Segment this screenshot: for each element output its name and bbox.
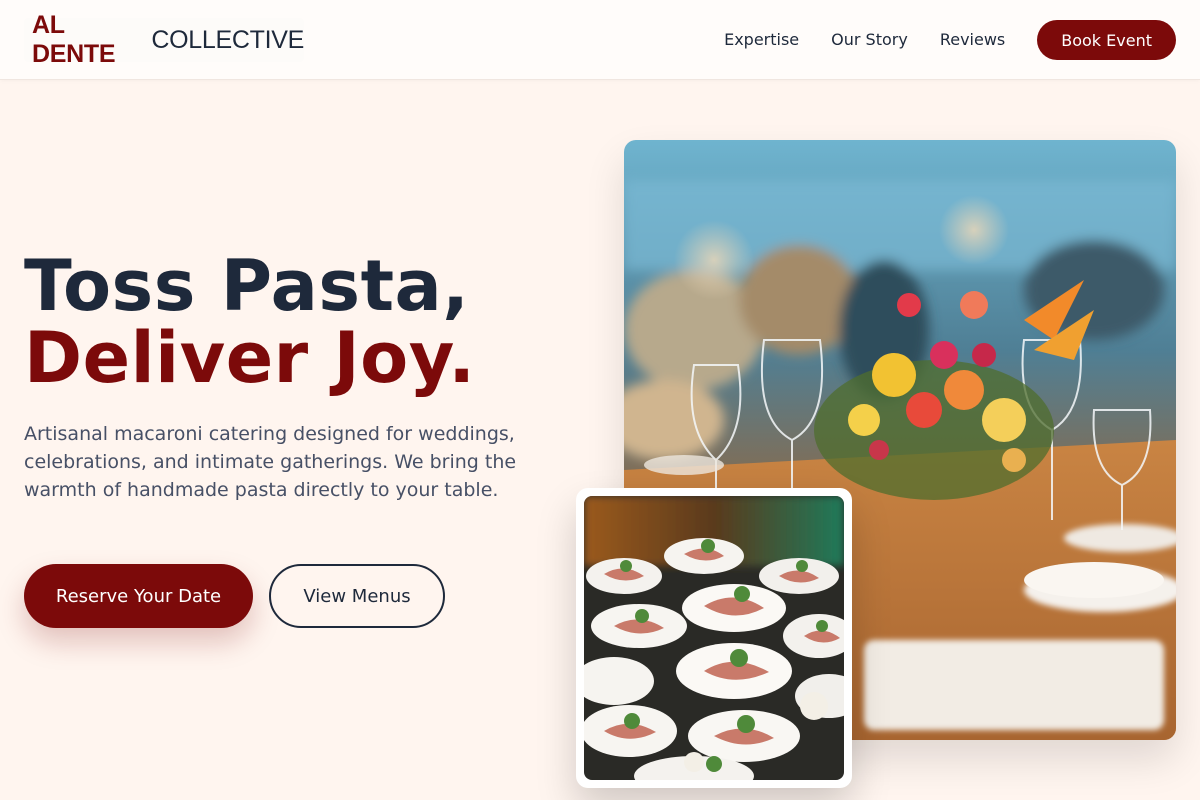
reserve-date-button[interactable]: Reserve Your Date: [24, 564, 253, 628]
plated-appetizers-photo: [584, 496, 844, 780]
hero-subtitle: Artisanal macaroni catering designed for…: [24, 423, 517, 501]
brand-name-bold: AL DENTE: [32, 11, 116, 68]
brand-name-light: COLLECTIVE: [151, 25, 304, 54]
plated-appetizers-card: [576, 488, 852, 788]
nav-link-our-story[interactable]: Our Story: [831, 20, 908, 60]
nav-link-reviews[interactable]: Reviews: [940, 20, 1005, 60]
hero-title-line1: Toss Pasta,: [24, 245, 470, 327]
hero-title: Toss Pasta, Deliver Joy.: [24, 250, 584, 394]
main-nav: Expertise Our Story Reviews Book Event: [724, 20, 1176, 60]
top-navbar: AL DENTE COLLECTIVE Expertise Our Story …: [0, 0, 1200, 80]
book-event-button[interactable]: Book Event: [1037, 20, 1176, 60]
hero-title-line2: Deliver Joy.: [24, 317, 476, 399]
brand-logo[interactable]: AL DENTE COLLECTIVE: [24, 11, 304, 68]
view-menus-button[interactable]: View Menus: [269, 564, 445, 628]
nav-link-expertise[interactable]: Expertise: [724, 20, 799, 60]
